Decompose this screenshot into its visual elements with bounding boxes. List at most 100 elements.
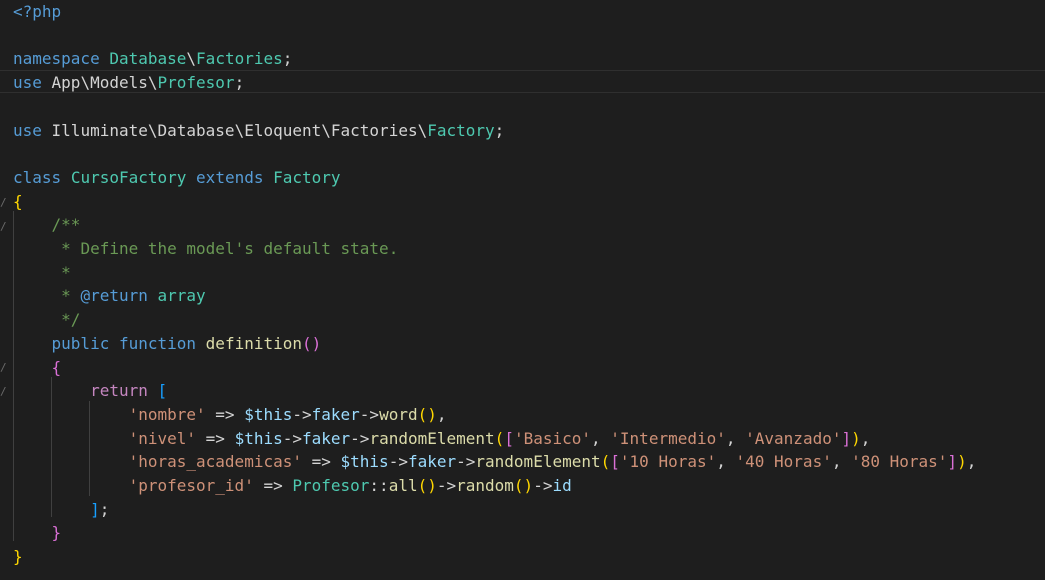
code-line[interactable]: return [ [0, 379, 1045, 403]
code-token: 'profesor_id' [128, 476, 254, 495]
code-line-content: <?php [13, 0, 61, 24]
code-line[interactable]: { [0, 356, 1045, 380]
code-line-content: { [13, 190, 23, 214]
code-token: * [61, 286, 81, 306]
code-token: -> [456, 452, 476, 472]
code-line[interactable]: class CursoFactory extends Factory [0, 166, 1045, 190]
code-line[interactable]: namespace Database\Factories; [0, 47, 1045, 71]
code-token: ; [234, 73, 245, 93]
code-line[interactable]: /** [0, 213, 1045, 237]
code-line[interactable]: 'nombre' => $this->faker->word(), [0, 403, 1045, 427]
code-line[interactable]: } [0, 521, 1045, 545]
code-line[interactable]: 'nivel' => $this->faker->randomElement([… [0, 427, 1045, 451]
code-token: Factory [273, 167, 341, 187]
code-editor[interactable]: / / / / <?php namespace Database\Factorie… [0, 0, 1045, 580]
code-line-content: * @return array [13, 284, 206, 308]
code-line[interactable]: } [0, 545, 1045, 569]
code-line[interactable]: * Define the model's default state. [0, 237, 1045, 261]
code-token: return [90, 381, 148, 401]
code-token: randomElement [475, 452, 601, 472]
code-token: faker [407, 452, 457, 472]
code-line[interactable]: 'profesor_id' => Profesor::all()->random… [0, 474, 1045, 498]
code-line-content: 'nivel' => $this->faker->randomElement([… [13, 427, 871, 451]
code-token: '10 Horas' [619, 452, 717, 472]
code-line[interactable]: <?php [0, 0, 1045, 24]
code-line[interactable]: { [0, 190, 1045, 214]
code-line[interactable]: * [0, 261, 1045, 285]
code-token: ) [957, 452, 967, 472]
code-line[interactable]: * @return array [0, 284, 1045, 308]
code-token: () [417, 476, 437, 495]
code-token: ( [600, 452, 611, 472]
code-token: * [61, 262, 71, 282]
code-token: => [205, 404, 245, 424]
code-token: ] [841, 428, 852, 448]
code-token: { [13, 191, 23, 211]
code-line[interactable]: ]; [0, 498, 1045, 522]
code-token: ( [494, 428, 505, 448]
code-line[interactable] [0, 95, 1045, 119]
code-token: /** [51, 215, 81, 235]
code-token: -> [388, 452, 408, 472]
code-line-content: * Define the model's default state. [13, 237, 398, 261]
code-token: [ [157, 381, 168, 401]
code-line[interactable]: use Illuminate\Database\Eloquent\Factori… [0, 119, 1045, 143]
code-line[interactable]: */ [0, 308, 1045, 332]
code-token: -> [292, 404, 312, 424]
code-token: Factories [196, 49, 283, 69]
code-token: , [860, 428, 871, 448]
code-token: , [436, 404, 447, 424]
code-token: class [13, 167, 62, 187]
code-line[interactable] [0, 24, 1045, 48]
code-token: public [51, 333, 110, 353]
code-line[interactable]: 'horas_academicas' => $this->faker->rand… [0, 450, 1045, 474]
code-token: function [118, 333, 197, 353]
code-token: '40 Horas' [735, 452, 832, 472]
code-token: $this [234, 428, 283, 448]
code-line[interactable]: use App\Models\Profesor; [0, 71, 1045, 95]
code-token: Illuminate\Database\Eloquent\Factories\ [41, 120, 428, 140]
code-line[interactable]: public function definition() [0, 332, 1045, 356]
code-token: ] [947, 452, 958, 472]
code-token: \ [186, 49, 197, 69]
code-token: id [552, 476, 572, 495]
code-token: random [456, 476, 514, 495]
code-token: -> [533, 476, 553, 495]
code-line-content: use Illuminate\Database\Eloquent\Factori… [13, 119, 504, 143]
code-line-content: namespace Database\Factories; [13, 47, 292, 71]
code-line-content: class CursoFactory extends Factory [13, 166, 341, 190]
code-line[interactable] [0, 142, 1045, 166]
code-token: $this [244, 404, 293, 424]
code-token: } [51, 523, 62, 543]
code-line-content: 'profesor_id' => Profesor::all()->random… [13, 474, 572, 498]
code-token: ] [90, 499, 100, 519]
code-line-content: ]; [13, 498, 109, 522]
code-line-content: 'horas_academicas' => $this->faker->rand… [13, 450, 977, 474]
code-token: */ [61, 310, 81, 330]
code-token: faker [311, 404, 360, 424]
code-token: () [302, 333, 322, 353]
code-token: => [253, 476, 293, 495]
code-token: CursoFactory [70, 167, 187, 187]
code-token: * Define the model's default state. [61, 239, 399, 258]
code-line-content: { [13, 356, 62, 380]
code-token: <?php [13, 2, 62, 21]
code-token: -> [350, 428, 370, 448]
code-token: Database [109, 49, 187, 69]
code-line-content: } [13, 545, 23, 569]
code-token: [ [504, 428, 514, 448]
